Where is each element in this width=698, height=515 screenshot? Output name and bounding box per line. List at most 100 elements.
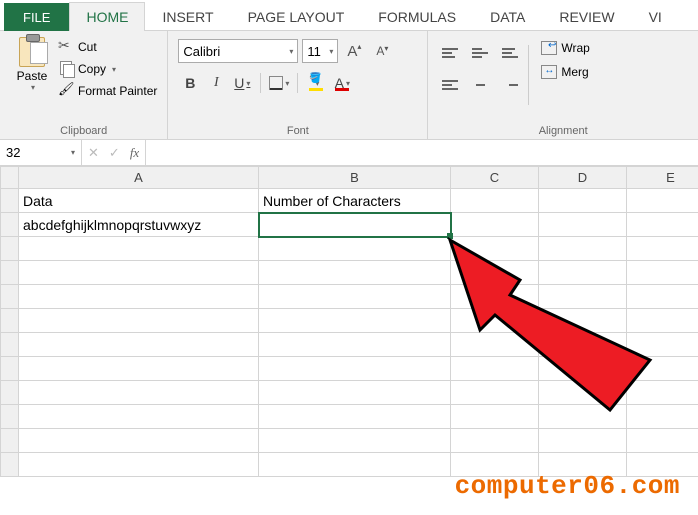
cell[interactable] (539, 405, 627, 429)
tab-data[interactable]: DATA (473, 2, 542, 31)
cell[interactable] (627, 309, 698, 333)
paste-button[interactable]: Paste ▾ (8, 35, 56, 123)
cell[interactable] (627, 429, 698, 453)
cell[interactable] (627, 381, 698, 405)
cell[interactable] (19, 285, 259, 309)
row-header[interactable] (1, 333, 19, 357)
cell[interactable] (539, 237, 627, 261)
cell[interactable] (19, 453, 259, 477)
tab-file[interactable]: FILE (4, 3, 69, 31)
cell-b1[interactable]: Number of Characters (259, 189, 451, 213)
row-header[interactable] (1, 213, 19, 237)
cell-d1[interactable] (539, 189, 627, 213)
cell[interactable] (19, 333, 259, 357)
cell[interactable] (259, 429, 451, 453)
cell-c1[interactable] (451, 189, 539, 213)
cell[interactable] (539, 333, 627, 357)
cell[interactable] (19, 261, 259, 285)
align-middle-button[interactable] (468, 41, 492, 65)
cell[interactable] (627, 261, 698, 285)
cell[interactable] (451, 405, 539, 429)
row-header[interactable] (1, 381, 19, 405)
merge-center-button[interactable]: Merg (541, 65, 589, 79)
cell[interactable] (19, 309, 259, 333)
align-left-button[interactable] (438, 73, 462, 97)
row-header[interactable] (1, 189, 19, 213)
cell[interactable] (259, 453, 451, 477)
fill-color-button[interactable]: 🪣 ▾ (304, 71, 328, 95)
cell[interactable] (259, 381, 451, 405)
align-right-button[interactable] (498, 73, 522, 97)
cell[interactable] (451, 285, 539, 309)
cell[interactable] (451, 261, 539, 285)
tab-insert[interactable]: INSERT (145, 2, 230, 31)
align-center-button[interactable] (468, 73, 492, 97)
row-header[interactable] (1, 237, 19, 261)
cell[interactable] (627, 357, 698, 381)
cell-a1[interactable]: Data (19, 189, 259, 213)
wrap-text-button[interactable]: Wrap (541, 41, 589, 55)
cell[interactable] (539, 285, 627, 309)
cell[interactable] (259, 285, 451, 309)
grow-font-button[interactable]: A▴ (342, 39, 366, 63)
cell[interactable] (19, 237, 259, 261)
row-header[interactable] (1, 357, 19, 381)
bold-button[interactable]: B (178, 71, 202, 95)
cell[interactable] (259, 405, 451, 429)
cell[interactable] (539, 261, 627, 285)
cell-e1[interactable] (627, 189, 698, 213)
column-header-d[interactable]: D (539, 167, 627, 189)
cell[interactable] (627, 333, 698, 357)
cell[interactable] (259, 357, 451, 381)
cell[interactable] (451, 213, 539, 237)
tab-review[interactable]: REVIEW (542, 2, 631, 31)
cell[interactable] (451, 237, 539, 261)
borders-button[interactable]: ▾ (267, 71, 291, 95)
cell[interactable] (259, 261, 451, 285)
row-header[interactable] (1, 309, 19, 333)
cell[interactable] (627, 213, 698, 237)
row-header[interactable] (1, 285, 19, 309)
cell[interactable] (19, 429, 259, 453)
cell[interactable] (539, 357, 627, 381)
italic-button[interactable]: I (204, 71, 228, 95)
cell[interactable] (451, 357, 539, 381)
cell[interactable] (627, 285, 698, 309)
name-box[interactable]: 32 ▾ (0, 140, 82, 165)
select-all-corner[interactable] (1, 167, 19, 189)
column-header-a[interactable]: A (19, 167, 259, 189)
cell[interactable] (451, 309, 539, 333)
format-painter-button[interactable]: Format Painter (58, 83, 157, 99)
cell[interactable] (451, 381, 539, 405)
font-size-select[interactable]: 11 ▾ (302, 39, 338, 63)
column-header-e[interactable]: E (627, 167, 698, 189)
cell[interactable] (19, 381, 259, 405)
insert-function-button[interactable]: fx (130, 145, 139, 161)
cell[interactable] (259, 309, 451, 333)
cell[interactable] (627, 405, 698, 429)
row-header[interactable] (1, 429, 19, 453)
cell[interactable] (451, 333, 539, 357)
cell-b2-selected[interactable] (259, 213, 451, 237)
cell-a2[interactable]: abcdefghijklmnopqrstuvwxyz (19, 213, 259, 237)
align-bottom-button[interactable] (498, 41, 522, 65)
cell[interactable] (259, 237, 451, 261)
font-name-select[interactable]: Calibri ▾ (178, 39, 298, 63)
tab-home[interactable]: HOME (69, 2, 145, 31)
cell[interactable] (627, 237, 698, 261)
tab-view[interactable]: VI (632, 2, 679, 31)
cell[interactable] (19, 405, 259, 429)
tab-page-layout[interactable]: PAGE LAYOUT (231, 2, 362, 31)
cell[interactable] (259, 333, 451, 357)
copy-button[interactable]: Copy ▾ (58, 61, 157, 77)
cell[interactable] (539, 213, 627, 237)
underline-button[interactable]: U▾ (230, 71, 254, 95)
cell[interactable] (19, 357, 259, 381)
tab-formulas[interactable]: FORMULAS (361, 2, 473, 31)
row-header[interactable] (1, 405, 19, 429)
column-header-b[interactable]: B (259, 167, 451, 189)
cell[interactable] (539, 381, 627, 405)
cell[interactable] (539, 429, 627, 453)
cut-button[interactable]: Cut (58, 39, 157, 55)
shrink-font-button[interactable]: A▾ (370, 39, 394, 63)
